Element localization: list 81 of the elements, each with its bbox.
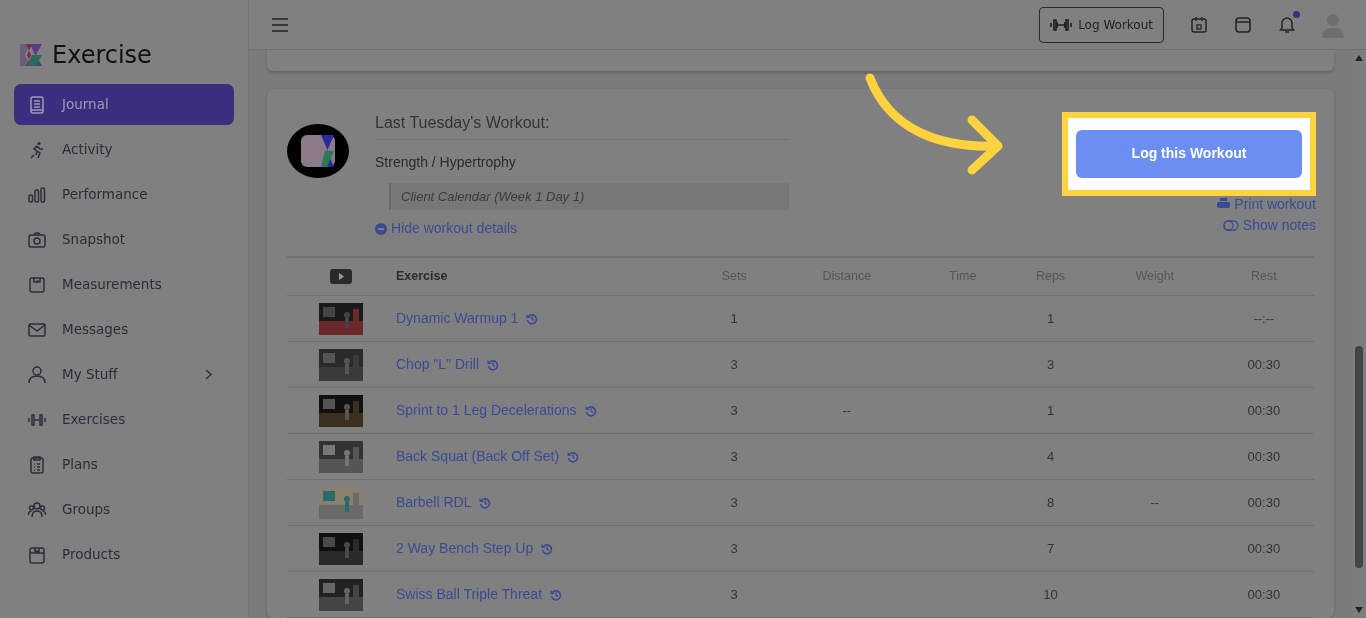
table-cell: 3 <box>730 586 738 602</box>
sidebar-item[interactable]: Snapshot <box>14 219 234 260</box>
history-icon <box>550 588 562 601</box>
table-cell: 3 <box>730 356 738 372</box>
printer-icon <box>1217 198 1231 210</box>
table-cell: 00:30 <box>1247 448 1281 464</box>
toggle-icon <box>1222 219 1239 231</box>
table-cell: 00:30 <box>1247 540 1281 556</box>
people-icon <box>28 500 46 519</box>
sidebar-item[interactable]: Activity <box>14 129 234 170</box>
brand-name: Exercise <box>52 40 152 71</box>
envelope-icon <box>28 320 46 339</box>
sidebar-item[interactable]: Groups <box>14 489 234 530</box>
history-icon <box>541 542 554 555</box>
dumbbell-icon <box>1050 17 1073 32</box>
sidebar-item[interactable]: Products <box>14 534 234 575</box>
sidebar-item[interactable]: Exercises <box>14 399 234 440</box>
scale-icon <box>28 275 46 294</box>
history-icon <box>526 312 539 325</box>
table-cell: 3 <box>1046 356 1055 372</box>
table-cell: 00:30 <box>1247 494 1281 510</box>
table-cell: 00:30 <box>1247 402 1281 418</box>
package-icon[interactable] <box>1234 15 1252 34</box>
box-icon <box>28 545 46 564</box>
table-cell: 7 <box>1046 540 1055 556</box>
table-cell: -- <box>842 402 852 418</box>
table-cell: 00:30 <box>1247 356 1281 372</box>
history-icon <box>584 404 597 417</box>
table-cell: 8 <box>1046 494 1055 510</box>
table-cell: 3 <box>730 540 738 556</box>
hide-details-link[interactable]: Hide workout details <box>375 218 518 239</box>
exercise-link[interactable]: Dynamic Warmup 1 <box>396 308 539 329</box>
table-cell: 3 <box>730 402 738 418</box>
sidebar-item[interactable]: Performance <box>14 174 234 215</box>
sidebar-item[interactable]: Journal <box>14 84 234 125</box>
workout-title: Last Tuesday's Workout: <box>375 110 789 140</box>
bar-chart-icon <box>28 185 46 204</box>
running-person-icon <box>28 140 46 159</box>
scroll-up-icon[interactable] <box>1354 54 1364 62</box>
column-header: Exercise <box>395 256 695 296</box>
program-name: Client Calendar (Week 1 Day 1) <box>389 182 789 210</box>
table-cell: 3 <box>730 448 738 464</box>
history-icon <box>487 358 500 371</box>
table-cell: 10 <box>1043 586 1058 602</box>
sidebar-item[interactable]: Messages <box>14 309 234 350</box>
video-icon <box>330 269 352 285</box>
scroll-down-icon[interactable] <box>1354 606 1364 614</box>
minus-circle-icon <box>375 222 387 235</box>
table-cell: 00:30 <box>1247 586 1281 602</box>
exercise-link[interactable]: Sprint to 1 Leg Decelerations <box>396 400 597 421</box>
log-workout-button[interactable]: Log Workout <box>1039 6 1164 43</box>
calendar-icon[interactable] <box>1190 15 1208 34</box>
logo-icon <box>18 42 44 68</box>
exercise-link[interactable]: Swiss Ball Triple Threat <box>396 584 562 605</box>
log-this-workout-button[interactable]: Log this Workout <box>1076 129 1302 178</box>
program-logo-icon <box>287 123 349 178</box>
table-cell: -- <box>1150 494 1160 510</box>
sidebar-item[interactable]: Plans <box>14 444 234 485</box>
table-cell: 1 <box>1046 310 1055 326</box>
table-cell: 1 <box>1046 402 1055 418</box>
table-cell: 4 <box>1046 448 1055 464</box>
sidebar-item[interactable]: Measurements <box>14 264 234 305</box>
table-cell: 3 <box>730 494 738 510</box>
camera-icon <box>28 230 46 249</box>
scrollbar-thumb[interactable] <box>1355 346 1363 568</box>
history-icon <box>479 496 492 509</box>
exercise-link[interactable]: Barbell RDL <box>396 492 492 513</box>
sidebar-item[interactable]: My Stuff <box>14 354 234 395</box>
history-icon <box>567 450 580 463</box>
exercise-link[interactable]: 2 Way Bench Step Up <box>396 538 554 559</box>
exercise-link[interactable]: Back Squat (Back Off Set) <box>396 446 580 467</box>
person-icon <box>28 365 46 384</box>
journal-icon <box>28 95 46 114</box>
menu-icon[interactable] <box>271 17 289 32</box>
show-notes-link[interactable]: Show notes <box>1222 214 1316 236</box>
workout-type: Strength / Hypertrophy <box>375 152 517 172</box>
exercise-link[interactable]: Chop "L" Drill <box>396 354 500 375</box>
table-cell: 1 <box>730 310 738 326</box>
table-cell: --:-- <box>1253 310 1275 326</box>
print-workout-link[interactable]: Print workout <box>1217 193 1316 215</box>
clipboard-icon <box>28 455 46 474</box>
